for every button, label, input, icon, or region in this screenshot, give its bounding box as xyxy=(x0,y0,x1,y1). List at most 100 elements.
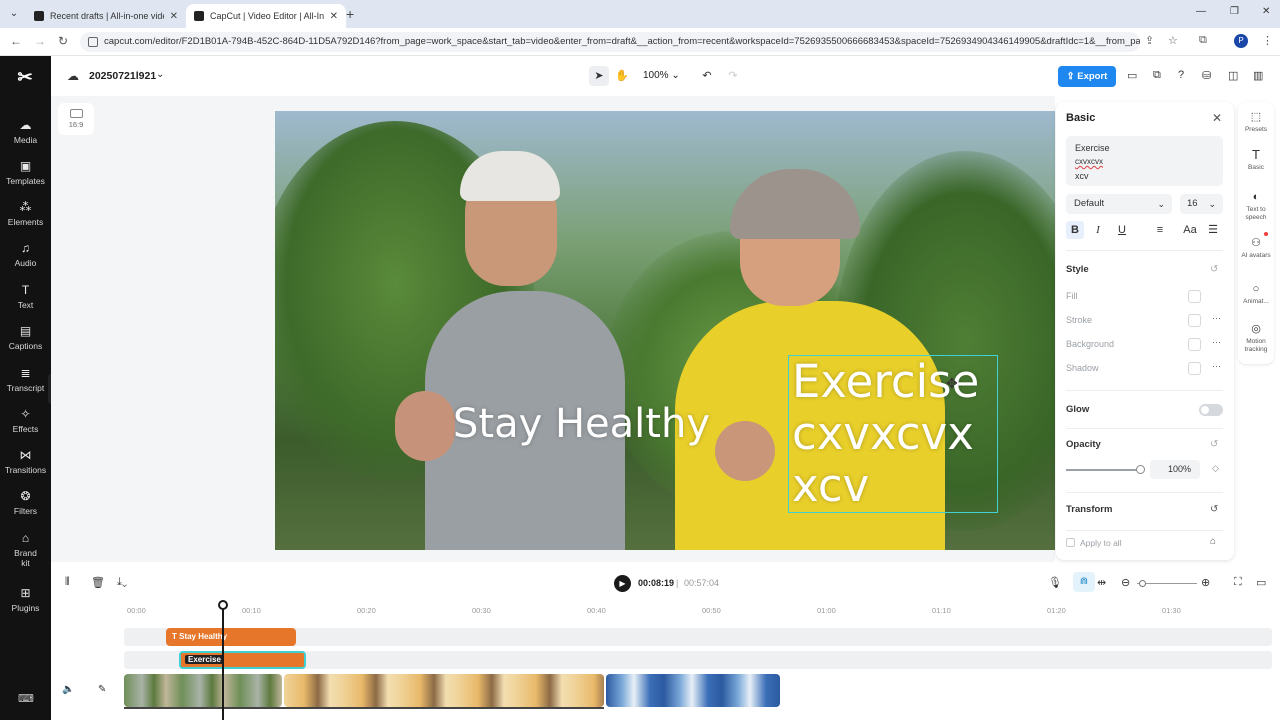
comment-icon[interactable]: ▭ xyxy=(1256,576,1266,589)
more-options-icon[interactable]: ⋯ xyxy=(1212,361,1221,372)
reset-icon[interactable]: ↺ xyxy=(1210,264,1218,275)
more-options-icon[interactable]: ⋯ xyxy=(1212,313,1221,324)
sidebar-item-media[interactable]: ☁ Media xyxy=(0,118,51,145)
close-icon[interactable]: ✕ xyxy=(1212,111,1222,125)
storage-icon[interactable]: ⛁ xyxy=(1202,69,1211,82)
site-info-icon[interactable] xyxy=(88,37,98,47)
zoom-in-icon[interactable]: ⊕ xyxy=(1201,576,1210,589)
url-field[interactable]: capcut.com/editor/F2D1B01A-794B-452C-864… xyxy=(80,32,1140,52)
tab-close-icon[interactable]: ✕ xyxy=(170,11,178,22)
minimize-icon[interactable]: — xyxy=(1196,6,1206,17)
italic-icon[interactable]: I xyxy=(1089,221,1107,239)
video-clip-seniors-jogging[interactable] xyxy=(124,674,282,707)
timeline-zoom-thumb[interactable] xyxy=(1139,580,1146,587)
share-icon[interactable]: ⧉ xyxy=(1153,69,1161,82)
sidebar-item-audio[interactable]: ♫ Audio xyxy=(0,241,51,268)
browser-menu-icon[interactable]: ⋮ xyxy=(1262,34,1273,47)
sidebar-item-text[interactable]: T Text xyxy=(0,283,51,310)
sidebar-item-effects[interactable]: ✧ Effects xyxy=(0,407,51,434)
zoom-out-icon[interactable]: ⊖ xyxy=(1121,576,1130,589)
cloud-sync-icon[interactable]: ☁ xyxy=(67,69,79,83)
microphone-icon[interactable]: 🎙 xyxy=(1048,576,1062,589)
text-overlay-exercise-selected[interactable]: Exercise cxvxcvx xcv xyxy=(788,355,998,513)
extensions-icon[interactable]: ⧉ xyxy=(1199,34,1207,47)
restore-icon[interactable]: ❐ xyxy=(1230,6,1239,17)
install-app-icon[interactable]: ⇪ xyxy=(1145,34,1154,47)
export-button[interactable]: ⇪ Export xyxy=(1058,66,1116,87)
video-clip-city-skyline[interactable] xyxy=(606,674,780,707)
case-icon[interactable]: Aa xyxy=(1181,221,1199,239)
download-icon[interactable]: ⤓⌄ xyxy=(117,576,127,589)
zoom-level[interactable]: 100% ⌄ xyxy=(643,70,680,81)
forward-arrow-icon[interactable]: → xyxy=(34,34,46,48)
mute-track-icon[interactable]: 🔈 xyxy=(62,684,74,695)
align-icon[interactable]: ≡ xyxy=(1151,221,1169,239)
sidebar-item-transitions[interactable]: ⋈ Transitions xyxy=(0,448,51,475)
play-icon[interactable]: ▶ xyxy=(614,575,631,592)
capcut-logo-icon[interactable]: ✂ xyxy=(14,66,36,88)
apply-to-all-checkbox[interactable]: Apply to all xyxy=(1066,538,1122,548)
present-icon[interactable]: ▭ xyxy=(1127,69,1137,82)
tab-search-chevron-icon[interactable]: ⌄ xyxy=(6,6,22,22)
new-tab-plus-icon[interactable]: + xyxy=(346,6,354,22)
glow-toggle[interactable] xyxy=(1199,404,1223,416)
close-window-icon[interactable]: ✕ xyxy=(1262,6,1270,17)
timeline-playhead[interactable] xyxy=(222,604,224,720)
sidebar-item-transcript[interactable]: ≣ Transcript xyxy=(0,366,51,393)
rail-item-motion-tracking[interactable]: ◎ Motion tracking xyxy=(1238,322,1274,354)
font-family-select[interactable]: Default ⌄ xyxy=(1066,194,1172,214)
redo-icon[interactable]: ↷ xyxy=(723,66,743,86)
fit-timeline-icon[interactable]: ⛶ xyxy=(1234,576,1242,589)
sidebar-item-brand-kit[interactable]: ⌂ Brand kit xyxy=(0,531,51,568)
help-icon[interactable]: ? xyxy=(1178,69,1184,81)
reload-icon[interactable]: ↻ xyxy=(58,34,68,48)
sidebar-item-captions[interactable]: ▤ Captions xyxy=(0,324,51,351)
back-arrow-icon[interactable]: ← xyxy=(10,34,22,48)
opacity-input[interactable]: 100% xyxy=(1150,460,1200,479)
opacity-slider-track[interactable] xyxy=(1066,469,1140,471)
rail-item-basic[interactable]: T Basic xyxy=(1238,148,1274,172)
fill-checkbox[interactable] xyxy=(1188,290,1201,303)
select-pointer-icon[interactable]: ➤ xyxy=(589,66,609,86)
sidebar-item-filters[interactable]: ❂ Filters xyxy=(0,489,51,516)
rail-item-text-to-speech[interactable]: ◐ Text to speech xyxy=(1238,190,1274,222)
playhead-handle[interactable] xyxy=(218,600,228,610)
tab-close-icon[interactable]: ✕ xyxy=(330,11,338,22)
chevron-down-icon[interactable]: ⌄ xyxy=(156,69,164,80)
text-overlay-stay-healthy[interactable]: Stay Healthy xyxy=(453,401,710,447)
font-size-select[interactable]: 16 ⌄ xyxy=(1180,194,1223,214)
sidebar-item-plugins[interactable]: ⊞ Plugins xyxy=(0,586,51,613)
underline-icon[interactable]: U xyxy=(1113,221,1131,239)
more-options-icon[interactable]: ⋯ xyxy=(1212,337,1221,348)
aspect-ratio-button[interactable]: 16:9 xyxy=(58,103,94,135)
link-icon[interactable]: ⇹ xyxy=(1097,576,1106,589)
text-content-input[interactable]: Exercise cxvxcvx xcv xyxy=(1066,136,1223,186)
rail-item-animation[interactable]: ○ Animat... xyxy=(1238,282,1274,306)
profile-avatar[interactable]: P xyxy=(1234,34,1248,48)
timeline-ruler[interactable]: 00:00 00:10 00:20 00:30 00:40 00:50 01:0… xyxy=(51,600,1280,620)
sidebar-item-templates[interactable]: ▣ Templates xyxy=(0,159,51,186)
browser-tab-capcut-editor[interactable]: CapCut | Video Editor | All-In-C ✕ xyxy=(186,4,346,28)
video-preview[interactable]: Stay Healthy Exercise cxvxcvx xcv ✥ xyxy=(275,111,1055,550)
project-name[interactable]: 20250721l921 xyxy=(89,70,156,82)
keyboard-shortcuts-icon[interactable]: ⌨ xyxy=(18,692,34,705)
panel-toggle-icon[interactable]: ▥ xyxy=(1253,69,1263,82)
undo-icon[interactable]: ↶ xyxy=(697,66,717,86)
rail-item-ai-avatars[interactable]: ⚇ AI avatars xyxy=(1238,236,1274,260)
shadow-checkbox[interactable] xyxy=(1188,362,1201,375)
text-clip-exercise-selected[interactable]: Exercise xyxy=(179,651,306,669)
delete-icon[interactable]: 🗑 xyxy=(91,576,105,589)
opacity-slider-thumb[interactable] xyxy=(1136,465,1145,474)
move-handle-icon[interactable]: ✥ xyxy=(946,375,958,392)
video-clip-sunset-runner[interactable] xyxy=(284,674,604,707)
timeline-zoom-slider[interactable] xyxy=(1137,583,1197,584)
reset-icon[interactable]: ↺ xyxy=(1210,439,1218,450)
keyframe-diamond-icon[interactable]: ◇ xyxy=(1212,463,1219,474)
sidebar-item-elements[interactable]: ⁂ Elements xyxy=(0,200,51,227)
line-spacing-icon[interactable]: ☰ xyxy=(1204,221,1222,239)
text-clip-stay-healthy[interactable]: T Stay Healthy xyxy=(166,628,296,646)
split-icon[interactable]: ⫴ xyxy=(65,576,70,589)
layout-icon[interactable]: ◫ xyxy=(1228,69,1238,82)
browser-tab-recent-drafts[interactable]: Recent drafts | All-in-one video ✕ xyxy=(26,4,186,28)
magnet-snap-icon[interactable]: ⋒ xyxy=(1073,572,1095,592)
